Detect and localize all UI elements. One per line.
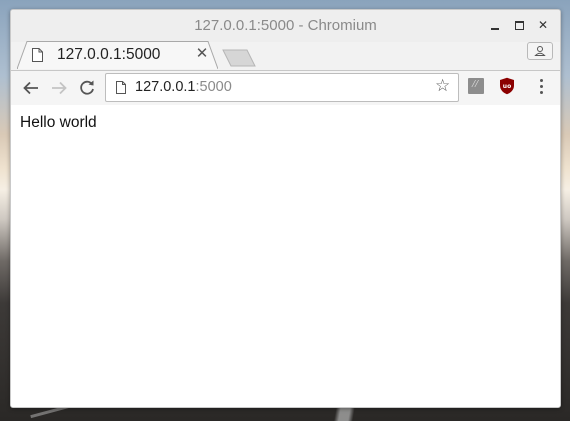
menu-button[interactable] [539, 79, 545, 97]
tab-close-icon: ✕ [195, 45, 209, 62]
minimize-icon [491, 28, 499, 30]
extension-button[interactable]: // [468, 78, 484, 94]
page-content: Hello world [11, 105, 560, 407]
menu-icon [539, 79, 545, 94]
ublock-button[interactable]: uo [499, 77, 515, 95]
address-bar[interactable]: 127.0.0.1:5000 ☆ [105, 73, 459, 102]
page-text: Hello world [20, 114, 97, 131]
url-host: 127.0.0.1 [135, 79, 196, 95]
page-icon [32, 48, 43, 62]
url-text[interactable]: 127.0.0.1:5000 [135, 79, 232, 95]
extension-icon: // [472, 78, 479, 90]
star-icon: ☆ [435, 76, 451, 96]
back-arrow-icon [23, 81, 38, 95]
svg-text:uo: uo [503, 83, 511, 90]
new-tab-button[interactable] [222, 49, 256, 67]
title-bar[interactable]: 127.0.0.1:5000 - Chromium ✕ [11, 10, 560, 42]
page-info-icon[interactable] [116, 81, 126, 94]
profile-icon [534, 46, 546, 56]
minimize-button[interactable] [489, 18, 501, 32]
browser-window: 127.0.0.1:5000 - Chromium ✕ 127.0.0.1:50… [10, 9, 561, 408]
bookmark-star-button[interactable]: ☆ [435, 77, 453, 95]
url-port: :5000 [195, 79, 232, 95]
forward-button[interactable] [50, 79, 68, 97]
reload-button[interactable] [78, 79, 96, 97]
maximize-icon [515, 21, 524, 30]
forward-arrow-icon [52, 81, 67, 95]
window-title: 127.0.0.1:5000 - Chromium [194, 17, 377, 34]
close-button[interactable]: ✕ [537, 18, 549, 32]
back-button[interactable] [22, 79, 40, 97]
tab-close-button[interactable]: ✕ [195, 46, 209, 62]
toolbar: 127.0.0.1:5000 ☆ // uo [11, 70, 560, 106]
new-tab-icon [222, 49, 256, 67]
profile-button[interactable] [527, 42, 553, 60]
close-icon: ✕ [537, 18, 549, 32]
tab-title: 127.0.0.1:5000 [57, 46, 161, 63]
tab-strip: 127.0.0.1:5000 ✕ [11, 40, 560, 72]
maximize-button[interactable] [513, 18, 525, 32]
